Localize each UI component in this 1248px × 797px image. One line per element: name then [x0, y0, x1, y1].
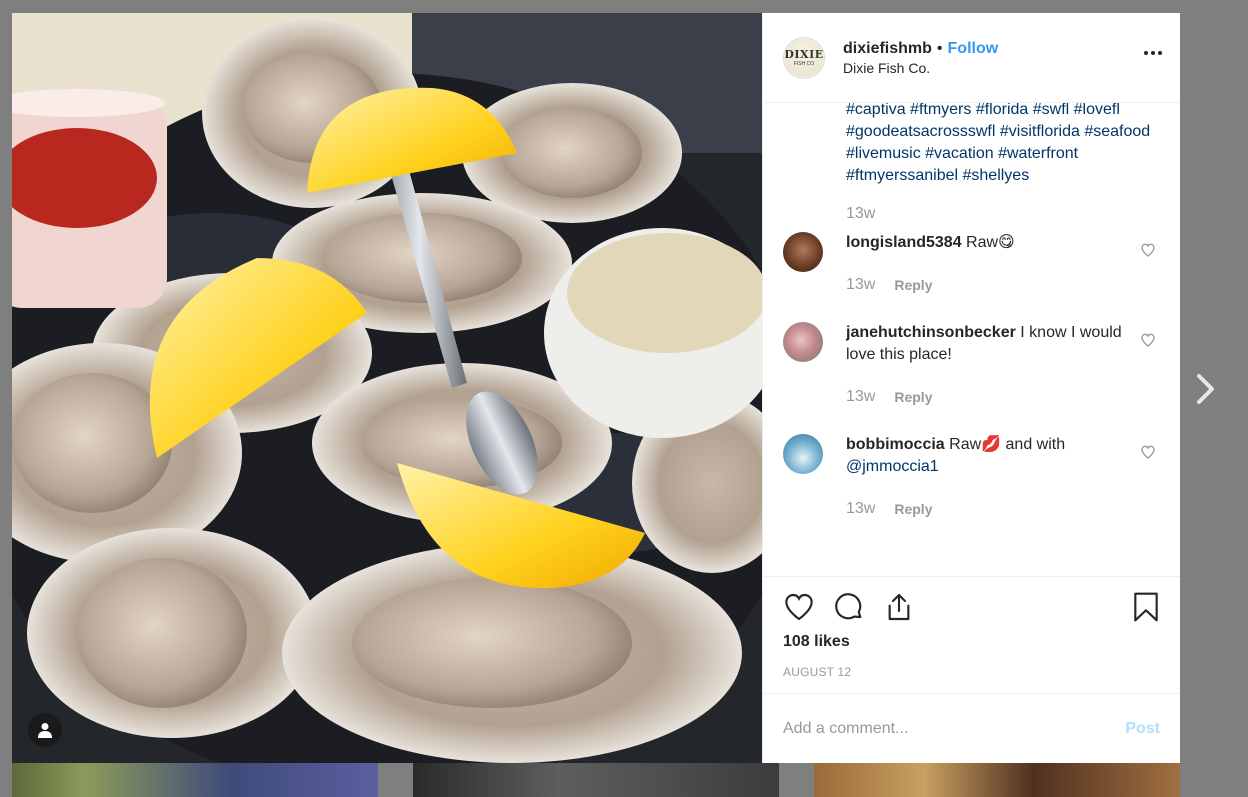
post-actions: 108 likes AUGUST 12	[763, 576, 1180, 693]
separator-dot: •	[936, 39, 943, 57]
add-comment-input[interactable]	[783, 719, 1083, 738]
comment-time: 13w	[846, 276, 876, 293]
oysters-photo-illustration	[12, 13, 762, 763]
account-username[interactable]: dixiefishmb	[843, 39, 932, 58]
comment-icon[interactable]	[833, 591, 865, 623]
comments-list[interactable]: #captiva #ftmyers #florida #swfl #lovefl…	[763, 103, 1180, 576]
more-options-icon[interactable]	[1144, 51, 1162, 55]
dixie-logo: DIXIE FISH CO	[784, 38, 824, 77]
comment-text: Raw😋	[966, 234, 1015, 251]
comment-time: 13w	[846, 500, 876, 517]
share-icon[interactable]	[883, 591, 915, 623]
comment-text: Raw💋 and with	[949, 436, 1066, 453]
commenter-avatar[interactable]	[783, 322, 823, 362]
post-caption: #captiva #ftmyers #florida #swfl #lovefl…	[783, 103, 1156, 223]
grid-thumbnail[interactable]	[413, 763, 779, 797]
commenter-avatar[interactable]	[783, 232, 823, 272]
comment-item: bobbimoccia Raw💋 and with @jmmoccia1 13w…	[783, 434, 1156, 520]
comment-like-icon[interactable]	[1140, 444, 1156, 460]
grid-thumbnail[interactable]	[814, 763, 1180, 797]
commenter-avatar[interactable]	[783, 434, 823, 474]
logo-subtext: FISH CO	[793, 60, 815, 67]
logo-wordmark: DIXIE	[784, 47, 824, 61]
comment-like-icon[interactable]	[1140, 332, 1156, 348]
post-header: DIXIE FISH CO dixiefishmb • Follow Dixie…	[763, 13, 1180, 103]
comment-time: 13w	[846, 388, 876, 405]
caption-hashtags[interactable]: #captiva #ftmyers #florida #swfl #lovefl…	[846, 103, 1156, 187]
post-date: AUGUST 12	[783, 665, 852, 679]
reply-button[interactable]: Reply	[894, 386, 932, 408]
post-photo[interactable]	[12, 13, 762, 763]
location-link[interactable]: Dixie Fish Co.	[843, 60, 998, 77]
heart-icon[interactable]	[783, 591, 815, 623]
grid-thumbnail[interactable]	[12, 763, 378, 797]
likes-count[interactable]: 108 likes	[783, 633, 1160, 651]
user-tag-icon[interactable]	[28, 713, 62, 747]
post-comment-button[interactable]: Post	[1125, 720, 1160, 738]
post-modal: DIXIE FISH CO dixiefishmb • Follow Dixie…	[12, 13, 1180, 763]
reply-button[interactable]: Reply	[894, 274, 932, 296]
comment-username[interactable]: bobbimoccia	[846, 436, 945, 453]
account-avatar[interactable]: DIXIE FISH CO	[783, 36, 825, 79]
comment-mention[interactable]: @jmmoccia1	[846, 458, 939, 475]
add-comment-bar: Post	[763, 693, 1180, 763]
follow-button[interactable]: Follow	[948, 39, 999, 58]
comment-item: janehutchinsonbecker I know I would love…	[783, 322, 1156, 408]
comment-like-icon[interactable]	[1140, 242, 1156, 258]
caption-time: 13w	[846, 205, 876, 222]
comment-username[interactable]: longisland5384	[846, 234, 962, 251]
reply-button[interactable]: Reply	[894, 498, 932, 520]
chevron-right-icon[interactable]	[1193, 372, 1219, 406]
bookmark-icon[interactable]	[1132, 591, 1160, 623]
comment-item: longisland5384 Raw😋 13w Reply	[783, 232, 1156, 296]
comment-username[interactable]: janehutchinsonbecker	[846, 324, 1016, 341]
post-sidebar: DIXIE FISH CO dixiefishmb • Follow Dixie…	[762, 13, 1180, 763]
